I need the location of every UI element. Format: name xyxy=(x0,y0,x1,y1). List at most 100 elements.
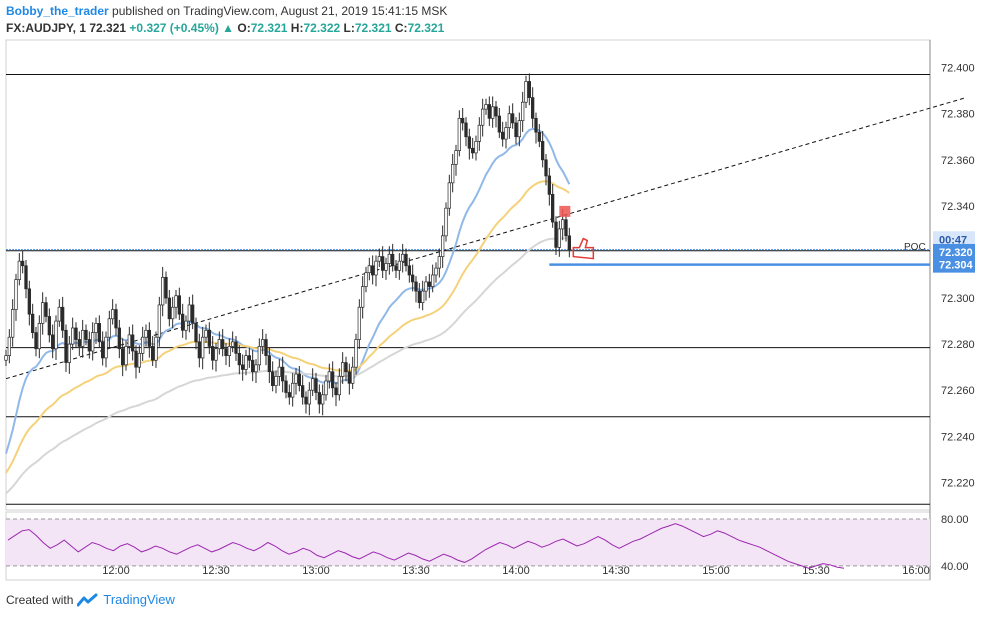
candle-body xyxy=(254,364,258,373)
time-tick-label: 14:30 xyxy=(602,565,630,577)
candle-body xyxy=(297,373,301,386)
candle-body xyxy=(151,346,155,361)
candle-body xyxy=(414,281,418,292)
candle-body xyxy=(517,120,521,138)
candle-body xyxy=(427,281,431,287)
candle-body xyxy=(17,260,21,280)
candle-body xyxy=(211,346,215,361)
rsi-tick-label: 80.00 xyxy=(941,514,969,526)
candle-body xyxy=(54,320,58,350)
candle-body xyxy=(57,306,61,322)
candle-body xyxy=(214,348,218,361)
candle-body xyxy=(164,276,168,299)
candle-body xyxy=(491,106,495,119)
candle-body xyxy=(154,336,158,361)
candle-body xyxy=(127,334,131,347)
candle-body xyxy=(44,302,48,317)
created-with-label: Created with xyxy=(6,592,74,607)
candle-body xyxy=(157,304,161,338)
candle-body xyxy=(454,150,458,165)
candle-body xyxy=(197,341,201,359)
candle-body xyxy=(564,219,568,237)
candle-body xyxy=(231,341,235,347)
candle-body xyxy=(364,272,368,287)
price-axis[interactable]: 72.400 72.380 72.360 72.340 72.300 72.280 72.2… xyxy=(904,63,975,490)
candle-body xyxy=(381,256,385,271)
candle-body xyxy=(227,346,231,356)
candle-body xyxy=(174,295,178,308)
rsi-band xyxy=(6,519,930,566)
candle-body xyxy=(304,396,308,405)
candle-body xyxy=(547,175,551,195)
candle-body xyxy=(77,339,81,347)
candle-body xyxy=(424,281,428,292)
candle-body xyxy=(171,306,175,320)
candle-body xyxy=(81,329,85,347)
candle-body xyxy=(237,352,241,366)
candle-body xyxy=(347,371,351,384)
candle-body xyxy=(474,141,478,154)
candle-body xyxy=(531,97,535,119)
candle-body xyxy=(217,339,221,350)
candle-body xyxy=(11,309,15,338)
candle-body xyxy=(141,336,145,354)
candle-body xyxy=(534,117,538,133)
candle-body xyxy=(567,235,571,251)
candle-body xyxy=(354,339,358,368)
candle-body xyxy=(521,101,525,121)
candle-body xyxy=(91,332,95,352)
candle-body xyxy=(167,297,171,320)
candle-body xyxy=(7,336,11,356)
candle-body xyxy=(4,355,8,361)
candle-body xyxy=(24,265,28,290)
time-tick-label: 12:30 xyxy=(202,565,230,577)
candle-body xyxy=(247,355,251,361)
candle-body xyxy=(74,327,78,340)
footer: Created with TradingView xyxy=(6,592,175,607)
candle-body xyxy=(244,355,248,370)
candle-body xyxy=(384,263,388,271)
candle-body xyxy=(437,256,441,269)
candle-body xyxy=(264,339,268,356)
candle-body xyxy=(397,260,401,271)
chart-frame xyxy=(5,39,931,581)
candle-body xyxy=(277,366,281,377)
candle-body xyxy=(191,304,195,324)
candle-body xyxy=(367,265,371,274)
price-tick-label: 72.340 xyxy=(941,201,975,213)
candle-body xyxy=(184,320,188,331)
candle-body xyxy=(284,380,288,393)
candle-body xyxy=(461,117,465,124)
candle-body xyxy=(331,371,335,389)
price-tick-label: 72.380 xyxy=(941,109,975,121)
candle-body xyxy=(251,359,255,373)
time-tick-label: 15:00 xyxy=(702,565,730,577)
candle-body xyxy=(494,106,498,117)
candle-body xyxy=(557,228,561,248)
candle-body xyxy=(61,306,65,331)
candle-body xyxy=(351,366,355,384)
candle-body xyxy=(261,339,265,347)
price-tick-label: 72.300 xyxy=(941,293,975,305)
tradingview-logo-icon xyxy=(77,593,98,606)
chart-canvas[interactable]: 72.400 72.380 72.360 72.340 72.300 72.280 72.2… xyxy=(0,0,988,618)
candle-body xyxy=(447,182,451,209)
candle-body xyxy=(334,387,338,396)
candle-body xyxy=(404,253,408,267)
candle-body xyxy=(137,352,141,368)
candle-body xyxy=(34,332,38,350)
candle-body xyxy=(324,380,328,396)
candle-body xyxy=(204,329,208,338)
candle-body xyxy=(431,274,435,287)
candle-body xyxy=(327,371,331,382)
tradingview-brand[interactable]: TradingView xyxy=(103,592,175,607)
candle-body xyxy=(434,267,438,276)
candle-body xyxy=(291,382,295,398)
price-label-level: 72.304 xyxy=(939,260,974,272)
candle-body xyxy=(177,295,181,315)
candle-body xyxy=(87,339,91,352)
moving-averages xyxy=(5,127,571,495)
rsi-tick-label: 40.00 xyxy=(941,561,969,573)
price-tick-label: 72.240 xyxy=(941,431,975,443)
candle-body xyxy=(21,260,25,267)
